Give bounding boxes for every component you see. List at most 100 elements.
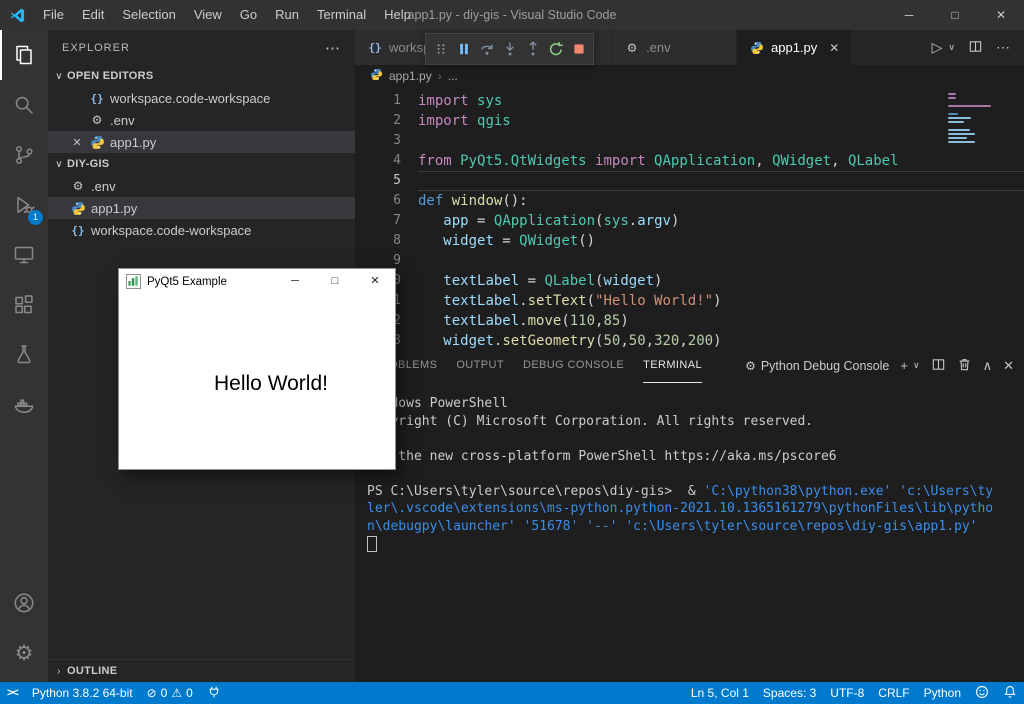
file-item-app1-py[interactable]: ✕ app1.py <box>48 131 355 153</box>
pyqt-close-button[interactable]: ✕ <box>355 269 395 294</box>
outline-header[interactable]: › OUTLINE <box>48 659 355 682</box>
pause-button[interactable] <box>452 37 475 61</box>
panel-tab-debug-console[interactable]: DEBUG CONSOLE <box>523 348 624 382</box>
maximize-button[interactable]: □ <box>932 0 978 30</box>
status-encoding[interactable]: UTF-8 <box>823 682 871 704</box>
activitybar-item-settings[interactable]: ⚙ <box>0 628 48 678</box>
warnings-count: 0 <box>186 686 193 700</box>
line-number: 7 <box>355 211 418 231</box>
split-terminal-icon[interactable] <box>931 357 946 375</box>
code-text: from PyQt5.QtWidgets import QApplication… <box>418 151 1024 171</box>
folder-file-list: ⚙.envapp1.py{}workspace.code-workspace <box>48 175 355 241</box>
status-cursor-position[interactable]: Ln 5, Col 1 <box>684 682 756 704</box>
status-feedback[interactable] <box>968 682 996 704</box>
hello-world-label: Hello World! <box>214 372 328 396</box>
menu-view[interactable]: View <box>185 0 231 30</box>
code-text: import qgis <box>418 111 1024 131</box>
step-out-button[interactable] <box>521 37 544 61</box>
file-label: app1.py <box>110 135 156 150</box>
activitybar-item-testing[interactable] <box>0 330 48 380</box>
activitybar-item-docker[interactable] <box>0 380 48 430</box>
activitybar-item-remote-explorer[interactable] <box>0 230 48 280</box>
status-language[interactable]: Python <box>917 682 968 704</box>
tab-env[interactable]: ⚙.env <box>612 30 737 65</box>
menu-run[interactable]: Run <box>266 0 308 30</box>
line-number: 8 <box>355 231 418 251</box>
drag-handle-icon[interactable] <box>429 37 452 61</box>
panel-tab-output[interactable]: OUTPUT <box>456 348 504 382</box>
status-eol[interactable]: CRLF <box>871 682 916 704</box>
open-editors-header[interactable]: ∨ OPEN EDITORS <box>48 65 355 87</box>
open-editors-label: OPEN EDITORS <box>67 70 154 82</box>
file-item-env[interactable]: ⚙.env <box>48 175 355 197</box>
remote-explorer-icon <box>12 243 36 267</box>
new-terminal-button[interactable]: + <box>900 358 908 373</box>
errors-icon: ⊘ <box>147 686 157 700</box>
activitybar-item-extensions[interactable] <box>0 280 48 330</box>
bell-icon <box>1003 685 1017 702</box>
menu-file[interactable]: File <box>34 0 73 30</box>
activitybar-item-explorer[interactable] <box>0 30 48 80</box>
window-controls: ─□✕ <box>886 0 1024 30</box>
file-item-workspace-code-workspace[interactable]: {}workspace.code-workspace <box>48 219 355 241</box>
activitybar-item-run-and-debug[interactable]: 1 <box>0 180 48 230</box>
restart-button[interactable] <box>544 37 567 61</box>
close-panel-icon[interactable]: ✕ <box>1003 358 1014 374</box>
activitybar-item-source-control[interactable] <box>0 130 48 180</box>
file-item-app1-py[interactable]: app1.py <box>48 197 355 219</box>
close-icon[interactable]: ✕ <box>70 136 84 149</box>
file-item-env[interactable]: ⚙.env <box>48 109 355 131</box>
run-dropdown-icon[interactable]: ∨ <box>948 42 955 53</box>
terminal-line: ler\.vscode\extensions\ms-python.python-… <box>367 500 1024 518</box>
step-over-button[interactable] <box>475 37 498 61</box>
status-bell[interactable] <box>996 682 1024 704</box>
terminal-line: PS C:\Users\tyler\source\repos\diy-gis> … <box>367 483 1024 501</box>
step-into-button[interactable] <box>498 37 521 61</box>
terminal-selector[interactable]: ⚙ Python Debug Console <box>745 359 889 373</box>
activitybar-item-account[interactable] <box>0 578 48 628</box>
folder-label: DIY-GIS <box>67 158 109 170</box>
breadcrumb-more[interactable]: ... <box>448 69 458 83</box>
minimap[interactable] <box>948 93 1012 145</box>
stop-button[interactable] <box>567 37 590 61</box>
explorer-more-actions-icon[interactable]: ⋯ <box>325 39 341 57</box>
terminal-output[interactable]: Windows PowerShellCopyright (C) Microsof… <box>355 383 1024 553</box>
split-editor-icon[interactable] <box>968 39 983 57</box>
terminal-line: n\debugpy\launcher' '51678' '--' 'c:\Use… <box>367 518 1024 536</box>
tab-app1-py[interactable]: app1.py✕ <box>737 30 852 65</box>
status-problems[interactable]: ⊘0⚠0 <box>140 682 200 704</box>
pyqt-maximize-button[interactable]: □ <box>315 269 355 294</box>
terminal-dropdown-icon[interactable]: ∨ <box>913 360 920 371</box>
panel-tab-terminal[interactable]: TERMINAL <box>643 348 702 383</box>
terminal-cursor-line <box>367 535 1024 553</box>
file-item-workspace-code-workspace[interactable]: {}workspace.code-workspace <box>48 87 355 109</box>
menu-edit[interactable]: Edit <box>73 0 113 30</box>
menu-selection[interactable]: Selection <box>113 0 184 30</box>
code-line-3: 3 <box>355 131 1024 151</box>
status-remote[interactable]: >< <box>0 682 25 704</box>
menu-go[interactable]: Go <box>231 0 266 30</box>
run-button[interactable]: ▷ <box>932 39 943 56</box>
code-text <box>418 251 1024 271</box>
activitybar-item-search[interactable] <box>0 80 48 130</box>
tab-close-icon[interactable]: ✕ <box>829 41 839 55</box>
pyqt-title-bar[interactable]: PyQt5 Example ─ □ ✕ <box>119 269 395 294</box>
status-indentation[interactable]: Spaces: 3 <box>756 682 823 704</box>
folder-header[interactable]: ∨ DIY-GIS <box>48 153 355 175</box>
editor-area: {}workspace.code-workspace⚙.envapp1.py✕ … <box>355 30 1024 682</box>
close-button[interactable]: ✕ <box>978 0 1024 30</box>
menu-terminal[interactable]: Terminal <box>308 0 375 30</box>
status-interpreter[interactable]: Python 3.8.2 64-bit <box>25 682 140 704</box>
breadcrumb-file[interactable]: app1.py <box>389 69 432 83</box>
plug-icon <box>207 685 221 702</box>
code-editor[interactable]: 1import sys2import qgis34from PyQt5.QtWi… <box>355 87 1024 352</box>
status-plug[interactable] <box>200 682 228 704</box>
minimize-button[interactable]: ─ <box>886 0 932 30</box>
editor-more-actions-icon[interactable]: ⋯ <box>996 39 1010 56</box>
maximize-panel-icon[interactable]: ∧ <box>983 358 993 374</box>
kill-terminal-icon[interactable] <box>957 357 972 375</box>
account-icon <box>12 591 36 615</box>
breadcrumb[interactable]: app1.py › ... <box>355 65 1024 87</box>
pyqt-minimize-button[interactable]: ─ <box>275 269 315 294</box>
extensions-icon <box>12 293 36 317</box>
